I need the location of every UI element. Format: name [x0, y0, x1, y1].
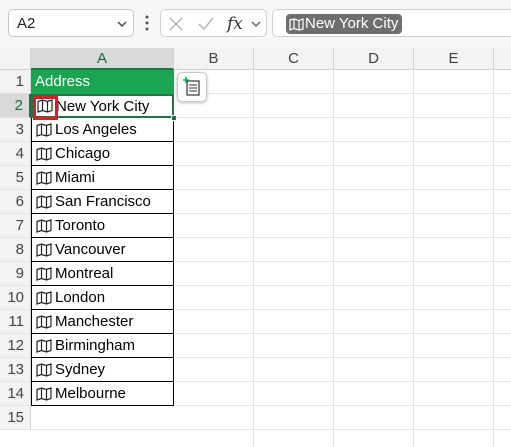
map-icon[interactable]	[36, 194, 52, 209]
map-icon[interactable]	[36, 170, 52, 185]
row-header-11[interactable]: 11	[0, 310, 31, 334]
column-header-b[interactable]: B	[174, 48, 254, 70]
formula-content: New York City	[305, 15, 399, 32]
cell-a12[interactable]: Birmingham	[31, 334, 174, 358]
row-header-14[interactable]: 14	[0, 382, 31, 406]
row-header-5[interactable]: 5	[0, 166, 31, 190]
city-name: Montreal	[55, 265, 114, 282]
chevron-down-icon[interactable]	[250, 19, 262, 29]
city-name: San Francisco	[55, 193, 151, 210]
gridline	[253, 70, 254, 447]
fill-handle[interactable]	[171, 115, 177, 121]
city-name: Manchester	[55, 313, 134, 330]
column-header-f[interactable]	[494, 48, 511, 70]
formula-bar-area: A2 fx New York City	[0, 0, 511, 48]
row-header-15[interactable]: 15	[0, 406, 31, 430]
city-name: Sydney	[55, 361, 106, 378]
city-name: Melbourne	[55, 385, 126, 402]
cell-a10[interactable]: London	[31, 286, 174, 310]
column-header-c[interactable]: C	[254, 48, 334, 70]
insert-data-button[interactable]	[177, 72, 207, 102]
row-header-10[interactable]: 10	[0, 286, 31, 310]
city-name: Los Angeles	[55, 121, 137, 138]
cell-a4[interactable]: Chicago	[31, 142, 174, 166]
cell-a13[interactable]: Sydney	[31, 358, 174, 382]
map-icon[interactable]	[36, 338, 52, 353]
city-name: Birmingham	[55, 337, 136, 354]
row-header-9[interactable]: 9	[0, 262, 31, 286]
map-icon[interactable]	[36, 314, 52, 329]
gridline	[31, 429, 511, 430]
city-name: London	[55, 289, 106, 306]
row-header-7[interactable]: 7	[0, 214, 31, 238]
cell-a9[interactable]: Montreal	[31, 262, 174, 286]
highlight-box	[33, 96, 58, 120]
city-name: Vancouver	[55, 241, 126, 258]
gridline	[333, 70, 334, 447]
cancel-icon[interactable]	[168, 16, 184, 32]
cell-a11[interactable]: Manchester	[31, 310, 174, 334]
gridline	[493, 70, 494, 447]
city-name: Chicago	[55, 145, 111, 162]
row-header-12[interactable]: 12	[0, 334, 31, 358]
row-header-13[interactable]: 13	[0, 358, 31, 382]
cell-a6[interactable]: San Francisco	[31, 190, 174, 214]
city-name: Toronto	[55, 217, 106, 234]
select-all-corner[interactable]	[0, 48, 31, 70]
cell-a7[interactable]: Toronto	[31, 214, 174, 238]
map-icon[interactable]	[36, 386, 52, 401]
map-icon[interactable]	[36, 218, 52, 233]
insert-data-icon	[183, 77, 200, 96]
map-icon[interactable]	[36, 362, 52, 377]
more-options-icon[interactable]	[145, 15, 149, 31]
cell-a5[interactable]: Miami	[31, 166, 174, 190]
row-header-6[interactable]: 6	[0, 190, 31, 214]
name-box-value: A2	[17, 15, 36, 32]
insert-function-button[interactable]: fx	[227, 14, 243, 34]
map-icon	[289, 17, 304, 31]
map-icon[interactable]	[36, 146, 52, 161]
gridline	[413, 70, 414, 447]
city-name: New York City	[56, 97, 150, 115]
city-name: Miami	[55, 169, 95, 186]
formula-input[interactable]: New York City	[272, 9, 511, 37]
column-header-d[interactable]: D	[334, 48, 414, 70]
map-icon[interactable]	[36, 266, 52, 281]
column-header-e[interactable]: E	[414, 48, 494, 70]
row-header-3[interactable]: 3	[0, 118, 31, 142]
enter-check-icon[interactable]	[197, 16, 215, 32]
row-header-4[interactable]: 4	[0, 142, 31, 166]
map-icon[interactable]	[36, 290, 52, 305]
name-box[interactable]: A2	[8, 9, 134, 37]
formula-controls: fx	[160, 9, 267, 37]
formula-data-type-chip: New York City	[286, 14, 403, 34]
column-header-a[interactable]: A	[31, 48, 174, 70]
map-icon[interactable]	[36, 122, 52, 137]
chevron-down-icon[interactable]	[116, 18, 128, 30]
row-header-2[interactable]: 2	[0, 94, 31, 118]
cell-a3[interactable]: Los Angeles	[31, 118, 174, 142]
row-header-1[interactable]: 1	[0, 70, 31, 94]
cell-a14[interactable]: Melbourne	[31, 382, 174, 406]
cell-a8[interactable]: Vancouver	[31, 238, 174, 262]
map-icon[interactable]	[36, 242, 52, 257]
row-header-8[interactable]: 8	[0, 238, 31, 262]
cell-a1-header[interactable]: Address	[31, 70, 174, 94]
